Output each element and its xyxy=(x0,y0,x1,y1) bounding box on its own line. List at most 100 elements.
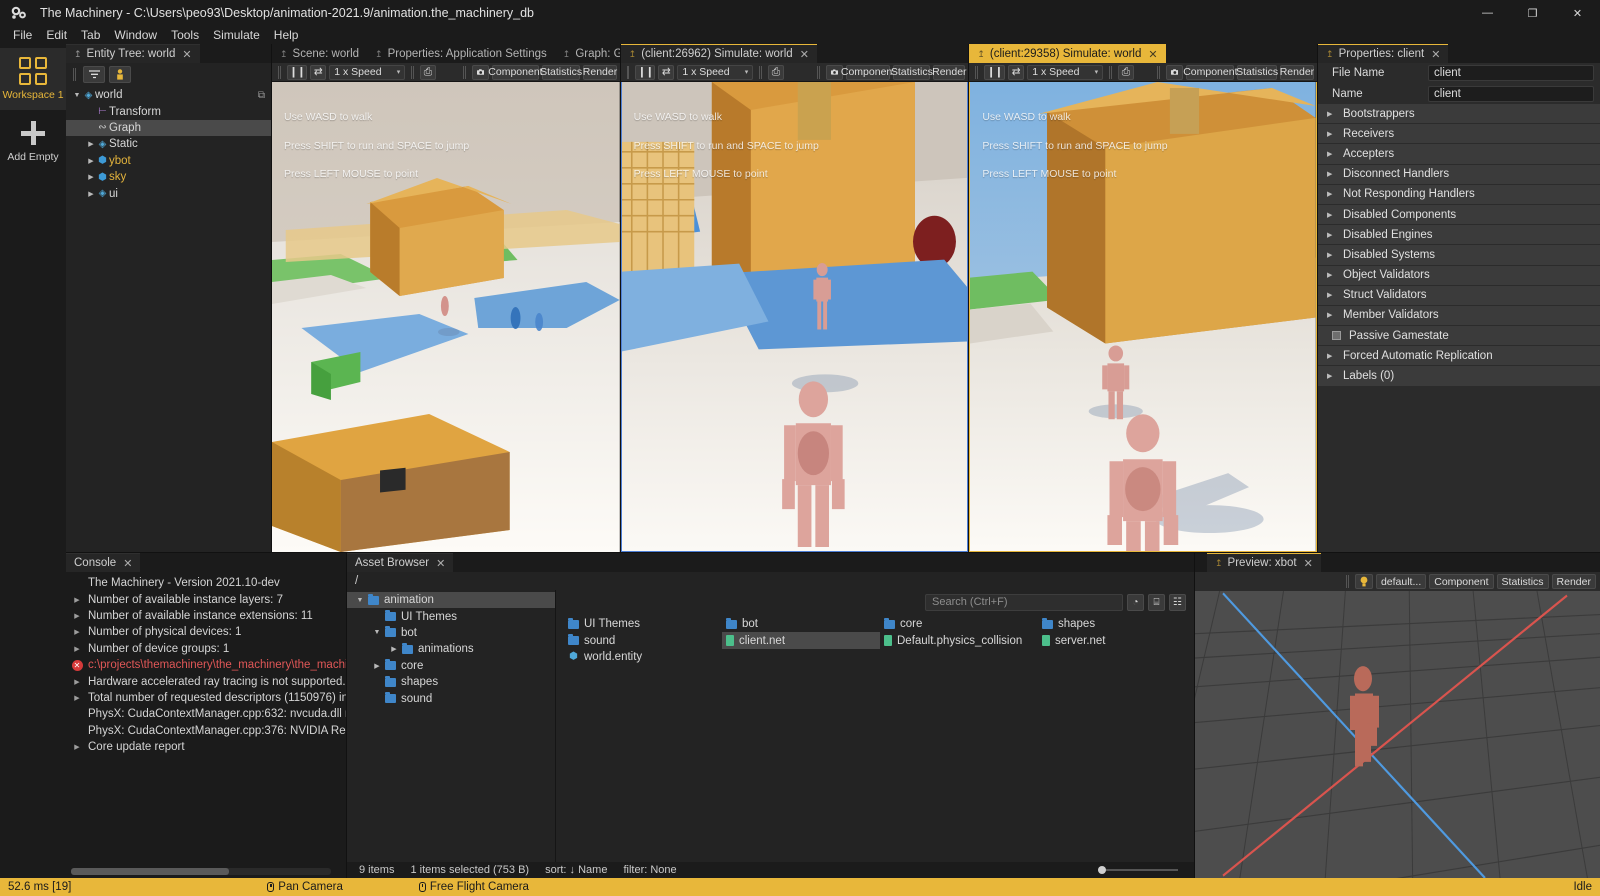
property-group-header[interactable]: ▶ Member Validators xyxy=(1318,305,1600,327)
tab-entity-tree[interactable]: ↥ Entity Tree: world ✕ xyxy=(66,44,200,63)
viewport-1-canvas[interactable]: Use WASD to walk Press SHIFT to run and … xyxy=(272,82,620,552)
property-group-header[interactable]: ▶ Bootstrappers xyxy=(1318,104,1600,125)
chevron-right-icon[interactable]: ▶ xyxy=(86,190,96,198)
tab-scene-world[interactable]: ↥ Scene: world xyxy=(272,44,368,63)
drag-grip[interactable] xyxy=(1156,65,1160,79)
close-button[interactable]: ✕ xyxy=(1555,0,1600,26)
tab-client-26962[interactable]: ↥ (client:26962) Simulate: world ✕ xyxy=(620,44,817,63)
step-frame-button[interactable]: ⎙ xyxy=(419,64,436,80)
pause-button[interactable]: ❙❙ xyxy=(286,64,308,80)
pause-button[interactable]: ❙❙ xyxy=(984,64,1005,80)
console-hscrollbar[interactable] xyxy=(71,868,331,875)
property-group-header[interactable]: ▶ Forced Automatic Replication xyxy=(1318,346,1600,367)
asset-item[interactable]: bot xyxy=(722,616,880,632)
chevron-right-icon[interactable]: ▶ xyxy=(1327,372,1335,380)
drag-grip[interactable] xyxy=(626,65,630,79)
tab-client-29358[interactable]: ↥ (client:29358) Simulate: world ✕ xyxy=(969,44,1166,63)
asset-path-breadcrumb[interactable]: / xyxy=(347,572,1194,590)
tab-graph[interactable]: ↥ Graph: Graph Co xyxy=(554,44,620,63)
viewport-3-canvas[interactable]: Use WASD to walk Press SHIFT to run and … xyxy=(969,82,1318,552)
checkbox-icon[interactable] xyxy=(1332,331,1342,341)
render-button[interactable]: Render xyxy=(583,64,617,80)
rail-item-workspace-1[interactable]: Workspace 1 xyxy=(0,48,66,110)
property-group-header[interactable]: ▶ Not Responding Handlers xyxy=(1318,184,1600,205)
theme-select[interactable]: default... xyxy=(1375,574,1427,589)
chevron-right-icon[interactable]: ▶ xyxy=(86,157,96,165)
asset-item[interactable]: server.net xyxy=(1038,632,1196,648)
menu-item-tab[interactable]: Tab xyxy=(74,27,107,43)
drag-grip[interactable] xyxy=(278,65,281,79)
statistics-button[interactable]: Statistics xyxy=(1236,64,1278,80)
asset-tree-row[interactable]: ▼ bot xyxy=(347,625,555,641)
property-value-input[interactable]: client xyxy=(1428,65,1595,82)
entity-tree-row[interactable]: ⊢ Transform xyxy=(66,103,271,119)
close-icon[interactable]: ✕ xyxy=(1304,557,1313,570)
pause-button[interactable]: ❙❙ xyxy=(635,64,656,80)
chevron-right-icon[interactable]: ▶ xyxy=(1327,271,1335,279)
minimize-button[interactable]: — xyxy=(1465,0,1510,26)
property-group-header[interactable]: ▶ Disabled Engines xyxy=(1318,225,1600,246)
chevron-right-icon[interactable]: ▶ xyxy=(66,596,88,604)
tab-console[interactable]: Console ✕ xyxy=(66,553,141,572)
close-icon[interactable]: ✕ xyxy=(436,557,445,570)
drag-grip[interactable] xyxy=(975,65,979,79)
loop-button[interactable]: ⇄ xyxy=(310,64,327,80)
scrollbar-thumb[interactable] xyxy=(71,868,229,875)
asset-item[interactable]: UI Themes xyxy=(564,616,722,632)
drag-grip[interactable] xyxy=(1109,65,1112,79)
chevron-right-icon[interactable]: ▶ xyxy=(1327,352,1335,360)
close-icon[interactable]: ✕ xyxy=(123,557,132,570)
property-group-header[interactable]: Passive Gamestate xyxy=(1318,326,1600,347)
chevron-right-icon[interactable]: ▶ xyxy=(66,694,88,702)
chevron-right-icon[interactable]: ▶ xyxy=(1327,251,1335,259)
menu-item-window[interactable]: Window xyxy=(107,27,164,43)
asset-item[interactable]: ⬢ world.entity xyxy=(564,649,722,665)
step-frame-button[interactable]: ⎙ xyxy=(767,64,784,80)
asset-tree-row[interactable]: UI Themes xyxy=(347,608,555,624)
chevron-down-icon[interactable]: ▼ xyxy=(72,92,82,99)
chevron-right-icon[interactable]: ▶ xyxy=(66,628,88,636)
chevron-right-icon[interactable]: ▶ xyxy=(86,140,96,148)
asset-item[interactable]: sound xyxy=(564,632,722,648)
drag-grip[interactable] xyxy=(411,65,414,79)
viewport-2-canvas[interactable]: Use WASD to walk Press SHIFT to run and … xyxy=(620,82,969,552)
close-icon[interactable]: ✕ xyxy=(1431,48,1440,61)
asset-zoom-slider[interactable] xyxy=(1098,862,1194,878)
entity-tree-row[interactable]: ▶ ◈ Static xyxy=(66,136,271,152)
menu-item-tools[interactable]: Tools xyxy=(164,27,206,43)
entity-tree-list[interactable]: ▼ ◈ world ⧉ ⊢ Transform ∾ Graph ▶ ◈ Static ▶ ⬢ ybot ▶ ⬢… xyxy=(66,85,271,552)
chevron-right-icon[interactable]: ▶ xyxy=(389,645,399,653)
asset-tree-row[interactable]: ▶ core xyxy=(347,658,555,674)
speed-select[interactable]: 1 x Speed ▾ xyxy=(677,64,754,80)
duplicate-icon[interactable]: ⧉ xyxy=(258,90,265,101)
chevron-right-icon[interactable]: ▶ xyxy=(66,645,88,653)
statistics-button[interactable]: Statistics xyxy=(540,64,582,80)
entity-tree-row[interactable]: ▼ ◈ world ⧉ xyxy=(66,87,271,103)
chevron-right-icon[interactable]: ▶ xyxy=(1327,170,1335,178)
chevron-down-icon[interactable]: ▼ xyxy=(372,629,382,636)
entity-tree-row[interactable]: ▶ ⬢ sky xyxy=(66,169,271,185)
component-button[interactable]: Component xyxy=(1429,574,1494,589)
property-group-header[interactable]: ▶ Disconnect Handlers xyxy=(1318,164,1600,185)
statistics-button[interactable]: Statistics xyxy=(1496,574,1549,589)
asset-item[interactable]: Default.physics_collision xyxy=(880,632,1038,648)
chevron-right-icon[interactable]: ▶ xyxy=(1327,150,1335,158)
component-button[interactable]: Component xyxy=(1183,64,1238,80)
chevron-right-icon[interactable]: ▶ xyxy=(66,612,88,620)
menu-item-help[interactable]: Help xyxy=(267,27,306,43)
asset-folder-tree[interactable]: ▼ animation UI Themes ▼ bot ▶ animations ▶ core s… xyxy=(347,590,556,862)
drag-grip[interactable] xyxy=(816,65,820,79)
maximize-button[interactable]: ❐ xyxy=(1510,0,1555,26)
asset-tree-row[interactable]: ▶ animations xyxy=(347,641,555,657)
chevron-down-icon[interactable]: ▼ xyxy=(355,597,365,604)
menu-item-simulate[interactable]: Simulate xyxy=(206,27,267,43)
asset-item[interactable]: core xyxy=(880,616,1038,632)
search-input[interactable]: Search (Ctrl+F) xyxy=(925,593,1123,611)
speed-select[interactable]: 1 x Speed ▾ xyxy=(329,64,406,80)
speed-select[interactable]: 1 x Speed ▾ xyxy=(1027,64,1104,80)
close-icon[interactable]: ✕ xyxy=(800,48,809,61)
property-group-header[interactable]: ▶ Accepters xyxy=(1318,144,1600,165)
asset-tree-row[interactable]: sound xyxy=(347,690,555,706)
menu-item-edit[interactable]: Edit xyxy=(39,27,74,43)
filter-icon[interactable]: ☷ xyxy=(1169,593,1186,611)
